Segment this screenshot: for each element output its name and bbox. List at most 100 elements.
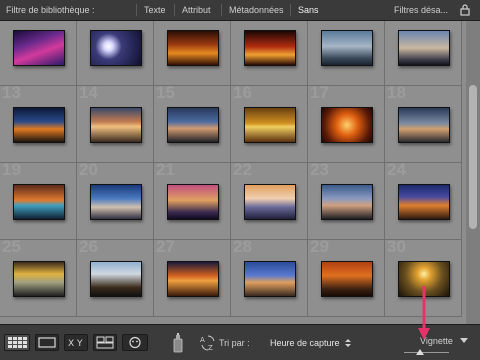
filter-separator <box>290 4 291 16</box>
grid-cell[interactable] <box>0 21 77 86</box>
loupe-view-icon <box>38 337 56 348</box>
photo-thumbnail[interactable] <box>244 261 296 297</box>
survey-view-icon <box>96 336 114 349</box>
thumbnail-grid: 13 14 15 16 17 18 19 20 21 22 23 24 25 26 27 28 29 30 <box>0 21 466 324</box>
cell-index: 17 <box>310 83 329 102</box>
grid-cell[interactable]: 13 <box>0 83 77 163</box>
filter-preset-dropdown[interactable]: Filtres désa... <box>394 5 448 15</box>
photo-thumbnail[interactable] <box>167 261 219 297</box>
svg-text:Y: Y <box>76 339 83 349</box>
scrollbar-thumb[interactable] <box>469 85 477 229</box>
cell-index: 27 <box>156 237 175 256</box>
photo-thumbnail[interactable] <box>90 107 142 143</box>
cell-index: 15 <box>156 83 175 102</box>
library-window: Filtre de bibliothèque : Texte Attribut … <box>0 0 480 360</box>
sort-direction-icon[interactable]: A Z <box>199 334 217 352</box>
grid-cell[interactable]: 28 <box>231 237 308 317</box>
photo-thumbnail[interactable] <box>90 184 142 220</box>
grid-cell[interactable]: 27 <box>154 237 231 317</box>
grid-cell[interactable]: 24 <box>385 160 462 240</box>
photo-thumbnail[interactable] <box>13 30 65 66</box>
cell-index: 20 <box>79 160 98 179</box>
people-view-button[interactable] <box>122 334 148 351</box>
photo-thumbnail[interactable] <box>90 30 142 66</box>
annotation-arrow-icon <box>418 286 430 340</box>
photo-thumbnail[interactable] <box>321 30 373 66</box>
photo-thumbnail[interactable] <box>321 261 373 297</box>
grid-cell[interactable]: 23 <box>308 160 385 240</box>
photo-thumbnail[interactable] <box>244 107 296 143</box>
cell-index: 24 <box>387 160 406 179</box>
sort-dropdown[interactable]: Heure de capture <box>270 338 340 348</box>
grid-cell[interactable] <box>154 21 231 86</box>
photo-thumbnail[interactable] <box>398 184 450 220</box>
grid-scrollbar[interactable] <box>466 21 480 324</box>
filter-tab-attribute[interactable]: Attribut <box>182 5 211 15</box>
cell-index: 28 <box>233 237 252 256</box>
library-filter-bar: Filtre de bibliothèque : Texte Attribut … <box>0 0 480 21</box>
photo-thumbnail[interactable] <box>398 107 450 143</box>
cell-index: 30 <box>387 237 406 256</box>
compare-view-icon: X Y <box>68 339 83 349</box>
photo-thumbnail[interactable] <box>167 30 219 66</box>
lock-icon[interactable] <box>460 4 470 16</box>
grid-cell[interactable]: 14 <box>77 83 154 163</box>
photo-thumbnail[interactable] <box>244 184 296 220</box>
grid-cell[interactable]: 26 <box>77 237 154 317</box>
grid-cell[interactable]: 19 <box>0 160 77 240</box>
survey-view-button[interactable] <box>93 334 117 351</box>
sort-dropdown-caret-icon[interactable] <box>345 338 351 348</box>
grid-view-icon <box>8 337 27 348</box>
grid-cell[interactable]: 16 <box>231 83 308 163</box>
menu-arrow-icon[interactable] <box>460 338 468 343</box>
grid-cell[interactable]: 20 <box>77 160 154 240</box>
compare-view-button[interactable]: X Y <box>64 334 88 351</box>
grid-cell[interactable] <box>385 21 462 86</box>
thumbnail-size-slider[interactable] <box>404 352 449 353</box>
filter-tab-metadata[interactable]: Métadonnées <box>229 5 284 15</box>
photo-thumbnail[interactable] <box>321 107 373 143</box>
grid-cell[interactable]: 18 <box>385 83 462 163</box>
grid-cell[interactable]: 25 <box>0 237 77 317</box>
photo-thumbnail[interactable] <box>13 107 65 143</box>
cell-index: 16 <box>233 83 252 102</box>
cell-index: 19 <box>2 160 21 179</box>
svg-text:Z: Z <box>208 344 213 352</box>
filter-separator <box>221 4 222 16</box>
grid-cell[interactable]: 17 <box>308 83 385 163</box>
photo-thumbnail[interactable] <box>321 184 373 220</box>
grid-cell[interactable] <box>231 21 308 86</box>
grid-cell[interactable]: 29 <box>308 237 385 317</box>
filter-tab-text[interactable]: Texte <box>144 5 166 15</box>
photo-thumbnail[interactable] <box>90 261 142 297</box>
spray-can-icon[interactable] <box>172 332 184 354</box>
cell-index: 21 <box>156 160 175 179</box>
photo-thumbnail[interactable] <box>244 30 296 66</box>
cell-index: 26 <box>79 237 98 256</box>
photo-thumbnail[interactable] <box>13 261 65 297</box>
grid-cell[interactable]: 15 <box>154 83 231 163</box>
grid-cell[interactable] <box>77 21 154 86</box>
cell-index: 25 <box>2 237 21 256</box>
cell-index: 18 <box>387 83 406 102</box>
grid-cell[interactable] <box>308 21 385 86</box>
grid-cell[interactable]: 21 <box>154 160 231 240</box>
cell-index: 14 <box>79 83 98 102</box>
photo-thumbnail[interactable] <box>398 30 450 66</box>
filter-separator <box>136 4 137 16</box>
photo-thumbnail[interactable] <box>13 184 65 220</box>
svg-text:X: X <box>68 339 74 349</box>
cell-index: 22 <box>233 160 252 179</box>
loupe-view-button[interactable] <box>35 334 59 351</box>
photo-thumbnail[interactable] <box>167 184 219 220</box>
sort-label: Tri par : <box>219 338 250 348</box>
filter-separator <box>174 4 175 16</box>
thumbnail-size-slider-knob[interactable] <box>416 349 424 355</box>
people-view-icon <box>129 336 141 349</box>
grid-cell[interactable]: 22 <box>231 160 308 240</box>
library-toolbar: X Y A Z Tri par: Heure de capture Vigne… <box>0 324 480 360</box>
cell-index: 13 <box>2 83 21 102</box>
grid-view-button[interactable] <box>4 334 30 351</box>
photo-thumbnail[interactable] <box>167 107 219 143</box>
filter-tab-none[interactable]: Sans <box>298 5 319 15</box>
